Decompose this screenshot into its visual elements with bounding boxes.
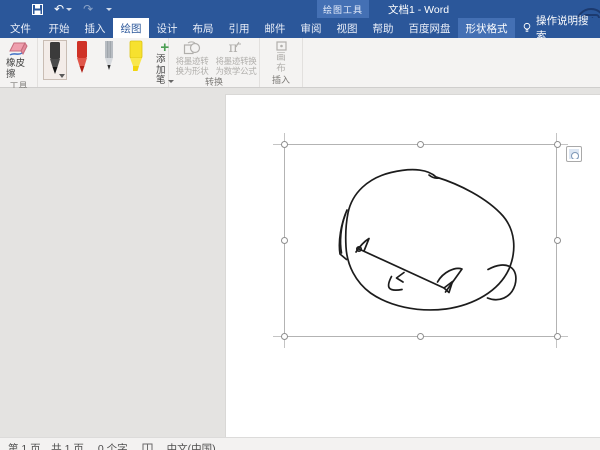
- title-bar: ↶ ↷ 绘图工具 文档1 - Word: [0, 0, 600, 18]
- ink-to-shape-icon: [183, 41, 201, 56]
- pen-red[interactable]: [70, 40, 94, 80]
- ink-to-shape-button[interactable]: 将墨迹转 换为形状: [170, 38, 214, 76]
- tell-me-search[interactable]: 操作说明搜索: [515, 18, 600, 38]
- black-pen-icon: [45, 41, 65, 77]
- tab-baidu-netdisk[interactable]: 百度网盘: [401, 18, 458, 38]
- selection-handle-nw[interactable]: [281, 141, 288, 148]
- ribbon: 橡皮擦 工具: [0, 38, 600, 88]
- add-pen-label-line2: 笔: [156, 76, 166, 87]
- tab-draw[interactable]: 绘图: [113, 18, 149, 38]
- pen-black[interactable]: [43, 40, 67, 80]
- pen-pencil[interactable]: [97, 40, 121, 80]
- layout-options-icon: [569, 149, 579, 159]
- ribbon-group-pens: + 添加 笔 笔: [38, 38, 169, 87]
- document-area: [0, 88, 600, 437]
- tab-file[interactable]: 文件: [0, 18, 41, 38]
- tab-layout[interactable]: 布局: [185, 18, 221, 38]
- document-title: 文档1 - Word: [388, 0, 449, 18]
- ribbon-group-tools: 橡皮擦 工具: [0, 38, 38, 87]
- layout-options-button[interactable]: [566, 146, 582, 162]
- red-pen-icon: [72, 40, 92, 76]
- contextual-tools-header: 绘图工具: [317, 0, 369, 18]
- customize-qat-icon: [106, 8, 112, 11]
- eraser-button[interactable]: 橡皮擦: [0, 38, 37, 80]
- drawing-canvas-button[interactable]: 画 布: [264, 38, 298, 74]
- group-label-convert: 转换: [169, 76, 259, 88]
- pen-highlighter[interactable]: [124, 40, 148, 80]
- selection-handle-se[interactable]: [554, 333, 561, 340]
- tab-help[interactable]: 帮助: [365, 18, 401, 38]
- ribbon-empty-area: [303, 38, 600, 87]
- word-count[interactable]: 0 个字: [98, 441, 128, 450]
- selection-handle-ne[interactable]: [554, 141, 561, 148]
- quick-access-toolbar: ↶ ↷: [32, 0, 112, 18]
- ink-sparkle-icon: [235, 41, 243, 49]
- tab-design[interactable]: 设计: [149, 18, 185, 38]
- ribbon-tab-bar: 文件 开始 插入 绘图 设计 布局 引用 邮件 审阅 视图 帮助 百度网盘 形状…: [0, 18, 600, 38]
- tab-shape-format[interactable]: 形状格式: [458, 18, 515, 38]
- ink-to-shape-label-line2: 换为形状: [176, 67, 209, 77]
- lightbulb-icon: [523, 22, 531, 34]
- ink-to-math-button[interactable]: π 将墨迹转换 为数学公式: [214, 38, 258, 76]
- eraser-icon: [8, 41, 30, 58]
- undo-icon: ↶: [54, 3, 64, 15]
- language-indicator[interactable]: 中文(中国): [167, 441, 216, 450]
- tab-insert[interactable]: 插入: [77, 18, 113, 38]
- save-button[interactable]: [32, 4, 43, 15]
- tab-view[interactable]: 视图: [329, 18, 365, 38]
- selection-handle-e[interactable]: [554, 237, 561, 244]
- drawing-canvas-selection[interactable]: [284, 144, 557, 337]
- ribbon-group-convert: 将墨迹转 换为形状 π 将墨迹转换 为数学公式 转换: [169, 38, 260, 87]
- canvas-label-char1: 画: [276, 53, 286, 64]
- undo-button[interactable]: ↶: [54, 3, 72, 15]
- canvas-label-char2: 布: [276, 64, 286, 75]
- customize-qat-button[interactable]: [104, 8, 112, 11]
- selection-handle-s[interactable]: [417, 333, 424, 340]
- tab-home[interactable]: 开始: [41, 18, 77, 38]
- tab-references[interactable]: 引用: [221, 18, 257, 38]
- status-bar: 第 1 页，共 1 页 0 个字 中文(中国): [0, 437, 600, 450]
- tab-review[interactable]: 审阅: [293, 18, 329, 38]
- pen-options-chevron-icon: [59, 74, 65, 78]
- canvas-icon: [276, 41, 287, 51]
- redo-button[interactable]: ↷: [83, 3, 93, 15]
- tab-mailings[interactable]: 邮件: [257, 18, 293, 38]
- save-icon: [32, 4, 43, 15]
- spellcheck-icon: [142, 443, 153, 450]
- selection-handle-sw[interactable]: [281, 333, 288, 340]
- pencil-icon: [99, 40, 119, 76]
- eraser-label: 橡皮擦: [6, 58, 31, 80]
- undo-dropdown-icon: [66, 8, 72, 11]
- redo-icon: ↷: [83, 3, 93, 15]
- group-label-insert: 插入: [260, 74, 302, 87]
- selection-handle-n[interactable]: [417, 141, 424, 148]
- word-application-window: ↶ ↷ 绘图工具 文档1 - Word 文件 开始 插入 绘图 设计 布局 引用…: [0, 0, 600, 450]
- pen-gallery: [38, 38, 152, 80]
- page-indicator[interactable]: 第 1 页，共 1 页: [8, 441, 84, 450]
- ink-to-math-label-line2: 为数学公式: [215, 67, 256, 77]
- highlighter-icon: [126, 40, 146, 76]
- ribbon-group-insert: 画 布 插入: [260, 38, 303, 87]
- selection-handle-w[interactable]: [281, 237, 288, 244]
- plus-icon: +: [160, 41, 169, 55]
- spellcheck-status[interactable]: [142, 443, 153, 450]
